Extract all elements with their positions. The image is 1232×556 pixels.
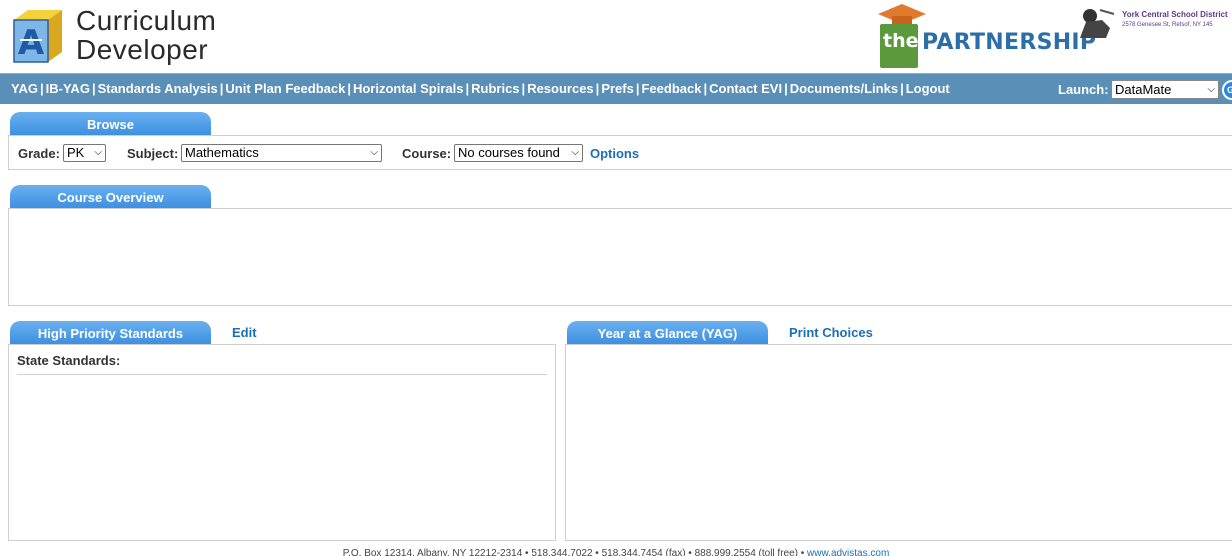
chevron-down-icon: ⌵: [1207, 84, 1215, 95]
nav-link-ib-yag[interactable]: IB-YAG: [46, 81, 90, 96]
district-address: 2578 Genesee St, Retsof, NY 145: [1122, 22, 1213, 28]
nav-separator: |: [784, 81, 788, 96]
svg-text:A: A: [18, 23, 45, 63]
chevron-down-icon: ⌵: [370, 147, 378, 158]
nav-separator: |: [465, 81, 470, 96]
grade-label: Grade:: [18, 146, 60, 161]
standards-panel: State Standards:: [8, 344, 556, 541]
nav-separator: |: [347, 81, 351, 96]
course-overview-panel: [8, 208, 1232, 306]
edit-link[interactable]: Edit: [232, 325, 257, 340]
course-select-value: No courses found: [458, 145, 560, 160]
nav-separator: |: [91, 81, 96, 96]
nav-link-horizontal-spirals[interactable]: Horizontal Spirals: [353, 81, 464, 96]
nav-links: YAG | IB-YAG | Standards Analysis | Unit Plan …: [11, 81, 950, 96]
page: A Curriculum Developer the PARTNERSHIP Y…: [0, 0, 1232, 556]
footer: P.O. Box 12314, Albany, NY 12212-2314 • …: [0, 548, 1232, 556]
course-select[interactable]: No courses found ⌵: [454, 144, 583, 162]
subject-label: Subject:: [127, 146, 179, 161]
launch-label: Launch:: [1058, 82, 1109, 97]
nav-link-feedback[interactable]: Feedback: [641, 81, 701, 96]
nav-link-documents-links[interactable]: Documents/Links: [790, 81, 898, 96]
divider: [17, 374, 547, 375]
state-standards-label: State Standards:: [17, 353, 121, 368]
district-logo: York Central School District 2578 Genese…: [1076, 4, 1232, 44]
grade-select-value: PK: [67, 145, 85, 160]
tab-year-at-a-glance[interactable]: Year at a Glance (YAG): [567, 321, 768, 346]
partner-name: PARTNERSHIP: [922, 30, 1097, 55]
partnership-logo[interactable]: the PARTNERSHIP: [874, 2, 1096, 70]
main-navbar: YAG | IB-YAG | Standards Analysis | Unit Plan …: [0, 73, 1232, 104]
launch-select-value: DataMate: [1115, 82, 1172, 97]
launch-go-button[interactable]: G: [1222, 80, 1232, 100]
curriculum-developer-logo[interactable]: A Curriculum Developer: [6, 6, 246, 66]
nav-link-contact-evi[interactable]: Contact EVI: [709, 81, 782, 96]
nav-link-resources[interactable]: Resources: [527, 81, 593, 96]
course-label: Course:: [402, 146, 452, 161]
nav-link-standards-analysis[interactable]: Standards Analysis: [98, 81, 218, 96]
district-name: York Central School District: [1122, 10, 1228, 19]
tab-high-priority-standards[interactable]: High Priority Standards: [10, 321, 211, 346]
logo-line-1: Curriculum: [76, 5, 217, 36]
logo-line-2: Developer: [76, 34, 209, 65]
chevron-down-icon: ⌵: [571, 147, 579, 158]
yag-panel: [565, 344, 1232, 541]
nav-link-rubrics[interactable]: Rubrics: [471, 81, 519, 96]
footer-text: P.O. Box 12314, Albany, NY 12212-2314 • …: [342, 548, 808, 556]
nav-separator: |: [703, 81, 708, 96]
nav-separator: |: [39, 81, 44, 96]
launch-select[interactable]: DataMate ⌵: [1111, 80, 1219, 99]
print-choices-link[interactable]: Print Choices: [789, 325, 873, 340]
nav-link-logout[interactable]: Logout: [906, 81, 950, 96]
logo-text: Curriculum Developer: [76, 6, 216, 64]
grade-select[interactable]: PK ⌵: [63, 144, 106, 162]
nav-link-prefs[interactable]: Prefs: [601, 81, 634, 96]
subject-select-value: Mathematics: [185, 145, 259, 160]
nav-link-yag[interactable]: YAG: [11, 81, 38, 96]
cube-logo-icon: A: [13, 10, 62, 63]
footer-website-link[interactable]: www.advistas.com: [807, 548, 889, 556]
tab-course-overview[interactable]: Course Overview: [10, 185, 211, 210]
partner-the: the: [883, 30, 919, 52]
knight-icon: [1080, 9, 1115, 38]
nav-separator: |: [900, 81, 904, 96]
chevron-down-icon: ⌵: [94, 147, 102, 158]
subject-select[interactable]: Mathematics ⌵: [181, 144, 382, 162]
tab-browse[interactable]: Browse: [10, 112, 211, 137]
nav-link-unit-plan-feedback[interactable]: Unit Plan Feedback: [225, 81, 345, 96]
options-link[interactable]: Options: [590, 146, 639, 161]
browse-panel: Grade: PK ⌵ Subject: Mathematics ⌵ Cours…: [8, 135, 1232, 170]
